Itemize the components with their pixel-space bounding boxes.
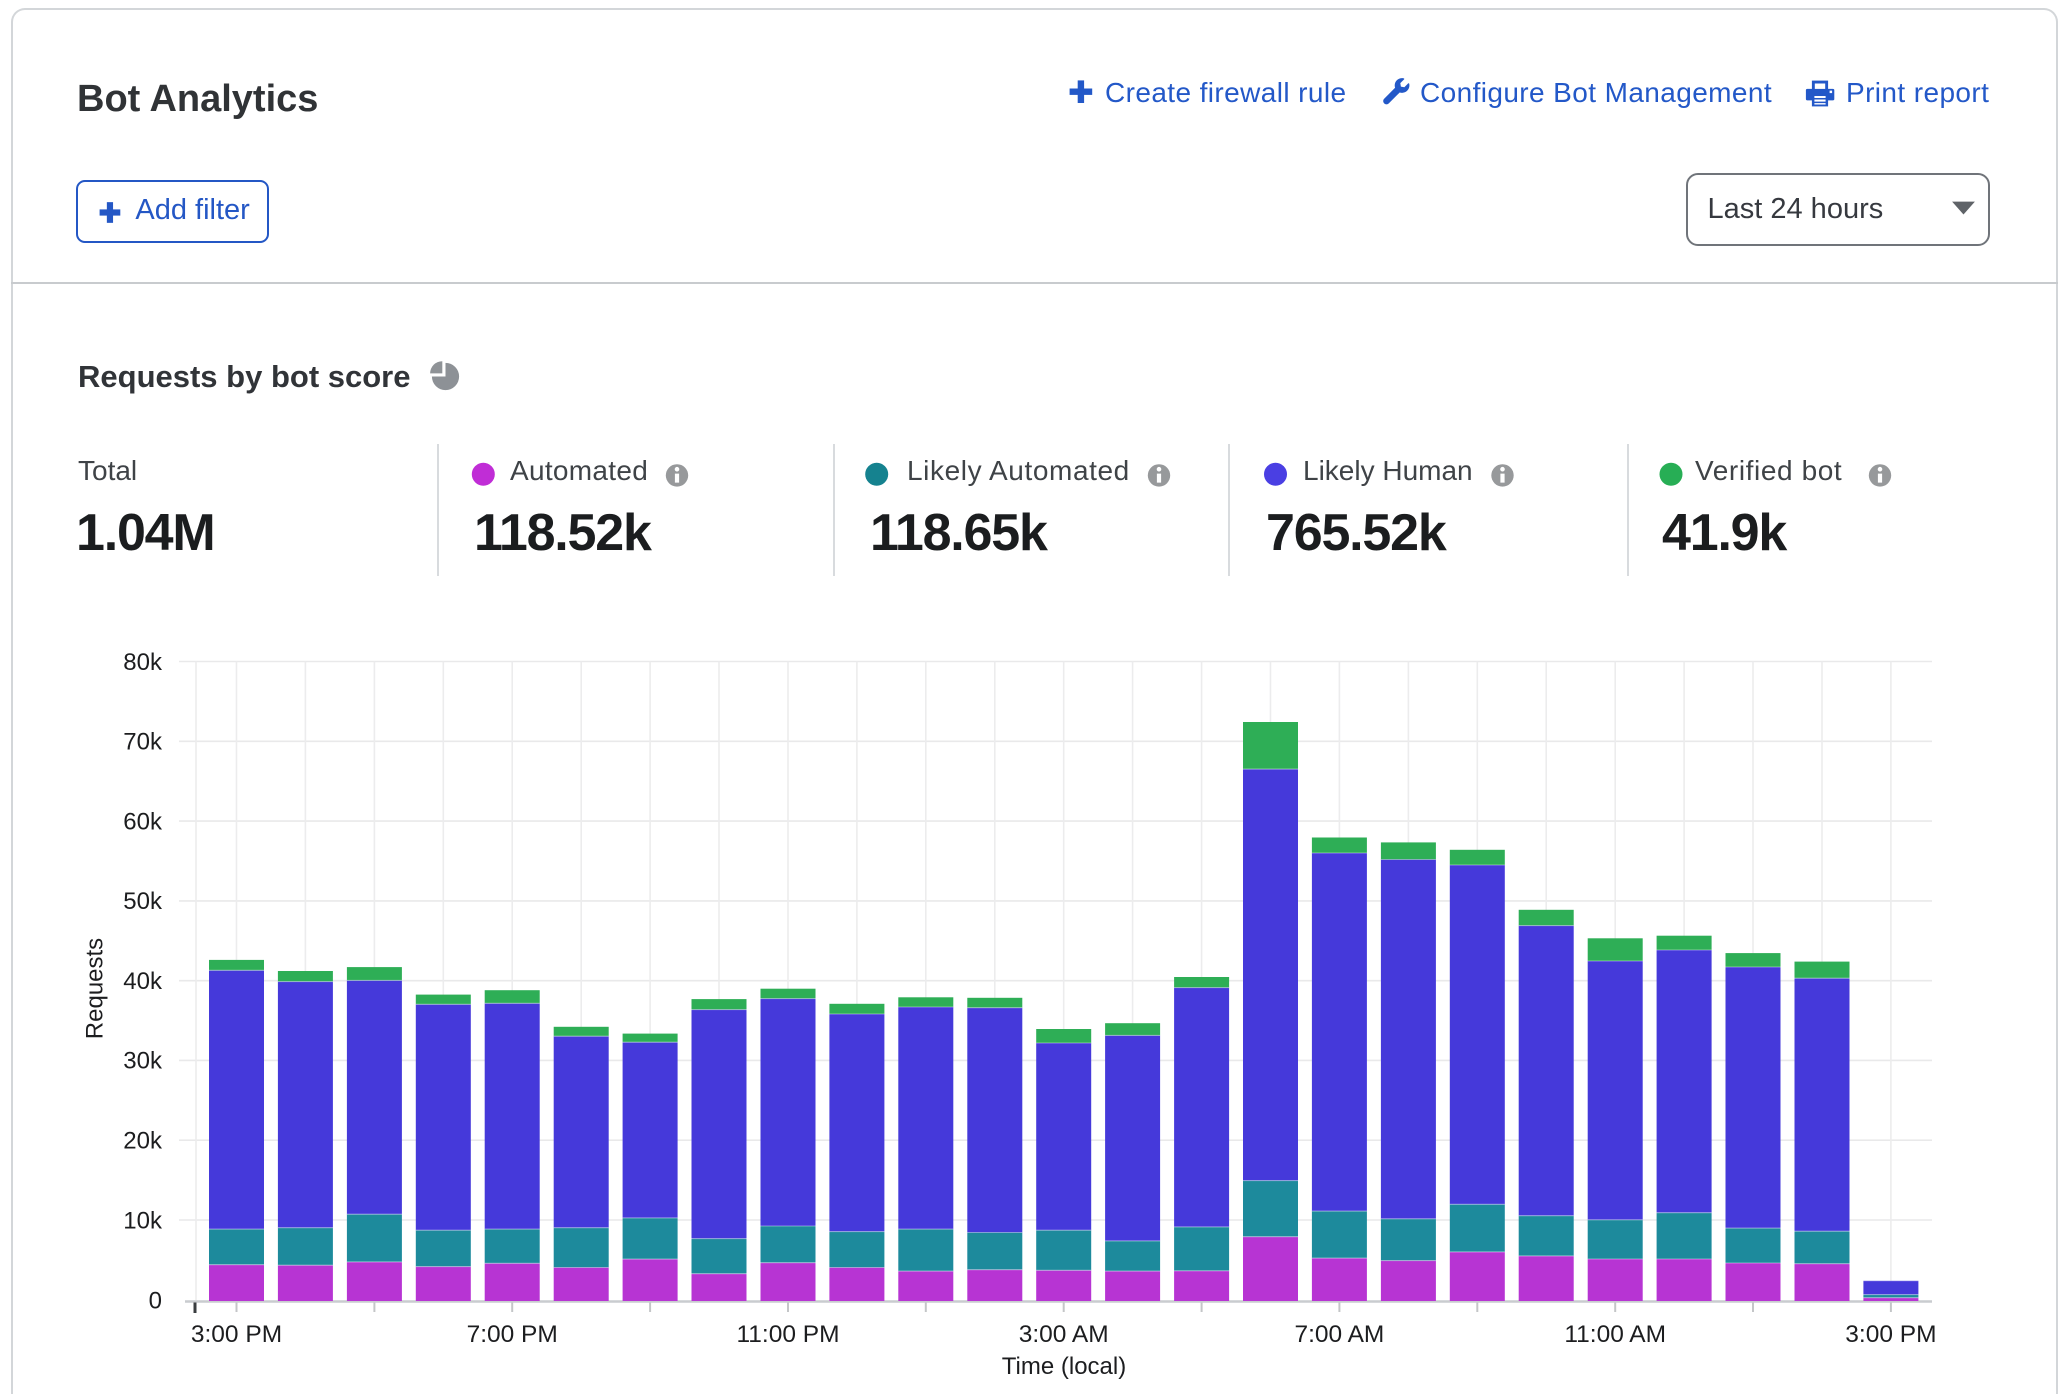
svg-text:40k: 40k <box>123 968 163 995</box>
svg-text:3:00 PM: 3:00 PM <box>191 1321 282 1348</box>
svg-text:7:00 PM: 7:00 PM <box>467 1321 558 1348</box>
svg-text:50k: 50k <box>123 888 163 915</box>
svg-text:0: 0 <box>149 1287 162 1314</box>
svg-text:7:00 AM: 7:00 AM <box>1294 1321 1384 1348</box>
svg-text:30k: 30k <box>123 1048 163 1075</box>
svg-text:11:00 PM: 11:00 PM <box>736 1321 839 1348</box>
svg-text:20k: 20k <box>123 1128 163 1155</box>
svg-text:3:00 AM: 3:00 AM <box>1019 1321 1109 1348</box>
svg-text:10k: 10k <box>123 1207 163 1234</box>
svg-text:11:00 AM: 11:00 AM <box>1564 1321 1666 1348</box>
svg-text:3:00 PM: 3:00 PM <box>1845 1321 1936 1348</box>
svg-text:70k: 70k <box>123 729 163 756</box>
svg-text:Requests: Requests <box>82 938 109 1039</box>
svg-text:60k: 60k <box>123 808 163 835</box>
svg-text:80k: 80k <box>123 649 163 676</box>
svg-text:Time (local): Time (local) <box>1002 1353 1126 1380</box>
